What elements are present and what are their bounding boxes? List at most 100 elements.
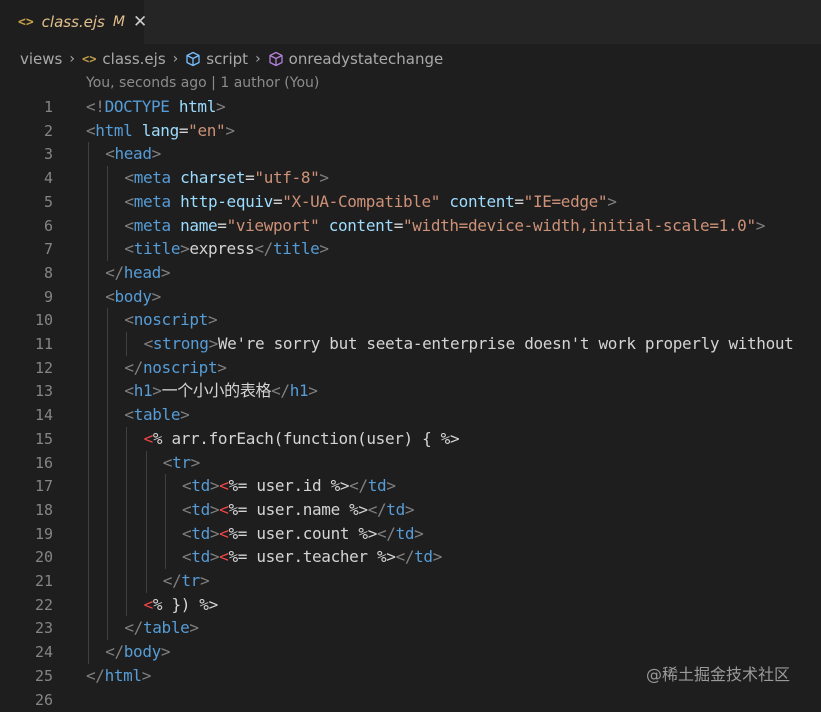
code-token: title (133, 239, 181, 259)
code-line[interactable]: 26 (0, 688, 821, 712)
code-token: > (209, 547, 220, 567)
code-token: meta (133, 168, 171, 188)
code-line[interactable]: 13 <h1>一个小小的表格</h1> (0, 379, 821, 403)
code-line[interactable]: 23 </table> (0, 616, 821, 640)
code-line[interactable]: 14 <table> (0, 403, 821, 427)
ejs-file-icon: <> (18, 14, 34, 30)
code-line[interactable]: 19 <td><%= user.count %></td> (0, 522, 821, 546)
code-token: > (209, 499, 220, 519)
code-token: < (143, 334, 154, 353)
breadcrumb-item-script[interactable]: script (206, 50, 248, 68)
code-token: content (328, 215, 394, 235)
code-token: = (514, 191, 524, 211)
breadcrumb-item-class-ejs[interactable]: class.ejs (102, 50, 165, 68)
code-token: express (189, 239, 255, 259)
code-token: charset (180, 168, 246, 188)
code-token: > (209, 523, 220, 543)
tab-class-ejs[interactable]: <> class.ejs M ✕ (0, 0, 147, 44)
code-token: </ (124, 357, 143, 377)
breadcrumb-item-onreadystatechange[interactable]: onreadystatechange (289, 50, 444, 68)
code-token: td (386, 499, 405, 519)
code-token: </ (254, 239, 273, 259)
code-token: meta (133, 215, 171, 235)
code-token: %= user.name %> (228, 499, 368, 519)
ejs-file-icon: <> (81, 52, 97, 66)
code-token: </ (395, 547, 415, 567)
code-line[interactable]: 22 <% }) %> (0, 593, 821, 617)
close-icon[interactable]: ✕ (133, 12, 147, 32)
code-line[interactable]: 11 <strong>We're sorry but seeta-enterpri… (0, 332, 821, 356)
code-token: table (133, 405, 181, 425)
code-line[interactable]: 18 <td><%= user.name %></td> (0, 498, 821, 522)
code-token: 一个小小的表格 (161, 381, 272, 401)
code-token: "viewport" (226, 215, 320, 235)
code-text: <% arr.forEach(function(user) { %> (144, 427, 460, 451)
line-number: 18 (34, 500, 53, 519)
code-line[interactable]: 12 </noscript> (0, 356, 821, 380)
tab-bar: <> class.ejs M ✕ (0, 0, 821, 44)
code-token: "width=device-width,initial-scale=1.0" (402, 215, 756, 235)
git-blame-codelens[interactable]: You, seconds ago | 1 author (You) (86, 75, 319, 91)
code-token: > (180, 239, 190, 259)
code-token: strong (152, 334, 209, 353)
code-line[interactable]: 21 </tr> (0, 569, 821, 593)
line-number: 4 (43, 169, 53, 188)
code-token: > (151, 286, 162, 306)
code-token: > (189, 618, 199, 638)
line-number: 23 (34, 619, 53, 638)
code-token: h1 (289, 381, 309, 401)
line-number: 10 (34, 311, 53, 330)
code-line[interactable]: 6 <meta name="viewport" content="width=de… (0, 214, 821, 238)
code-text: <strong>We're sorry but seeta-enterprise… (144, 332, 794, 356)
code-text: <% }) %> (144, 593, 219, 617)
code-line[interactable]: 3 <head> (0, 142, 821, 166)
code-token: td (191, 547, 210, 567)
code-line[interactable]: 4 <meta charset="utf-8"> (0, 166, 821, 190)
code-line[interactable]: 9 <body> (0, 285, 821, 309)
chevron-right-icon: › (255, 51, 261, 67)
code-token: td (191, 523, 210, 543)
code-token: head (123, 262, 161, 282)
code-token: > (607, 191, 617, 211)
code-line[interactable]: 5 <meta http-equiv="X-UA-Compatible" cont… (0, 190, 821, 214)
code-token: > (141, 665, 152, 685)
code-token: > (386, 476, 396, 496)
chevron-right-icon: › (69, 51, 75, 67)
code-line[interactable]: 20 <td><%= user.teacher %></td> (0, 545, 821, 569)
code-line[interactable]: 2 <html lang="en"> (0, 119, 821, 143)
code-token: = (178, 120, 189, 140)
line-number: 7 (43, 240, 53, 259)
code-token: > (199, 571, 210, 590)
line-number: 24 (34, 643, 53, 662)
code-token: td (191, 476, 210, 496)
code-line[interactable]: 8 </head> (0, 261, 821, 285)
code-line[interactable]: 1 <!DOCTYPE html> (0, 95, 821, 119)
breadcrumb-item-views[interactable]: views (20, 50, 62, 68)
code-token: </ (367, 499, 387, 519)
code-token: head (114, 144, 152, 164)
code-token: </ (105, 642, 124, 662)
line-number: 22 (34, 595, 53, 614)
code-line[interactable]: 7 <title>express</title> (0, 237, 821, 261)
code-text: </table> (124, 616, 199, 640)
cube-icon (186, 51, 200, 67)
code-line[interactable]: 10 <noscript> (0, 308, 821, 332)
line-number: 25 (34, 666, 53, 685)
code-line[interactable]: 16 <tr> (0, 451, 821, 475)
watermark: @稀土掘金技术社区 (646, 665, 791, 684)
code-line[interactable]: 15 <% arr.forEach(function(user) { %> (0, 427, 821, 451)
code-token: td (367, 476, 387, 496)
code-token: lang (141, 120, 179, 140)
code-token: td (191, 499, 210, 519)
code-token: > (225, 120, 235, 140)
method-icon (269, 51, 283, 67)
indent-guide (126, 332, 128, 356)
code-token: We're sorry but seeta-enterprise doesn't… (217, 334, 794, 353)
code-line[interactable]: 17 <td><%= user.id %></td> (0, 474, 821, 498)
code-token: < (124, 168, 134, 188)
code-text: <!DOCTYPE html> (86, 95, 226, 119)
code-token: noscript (142, 357, 218, 377)
